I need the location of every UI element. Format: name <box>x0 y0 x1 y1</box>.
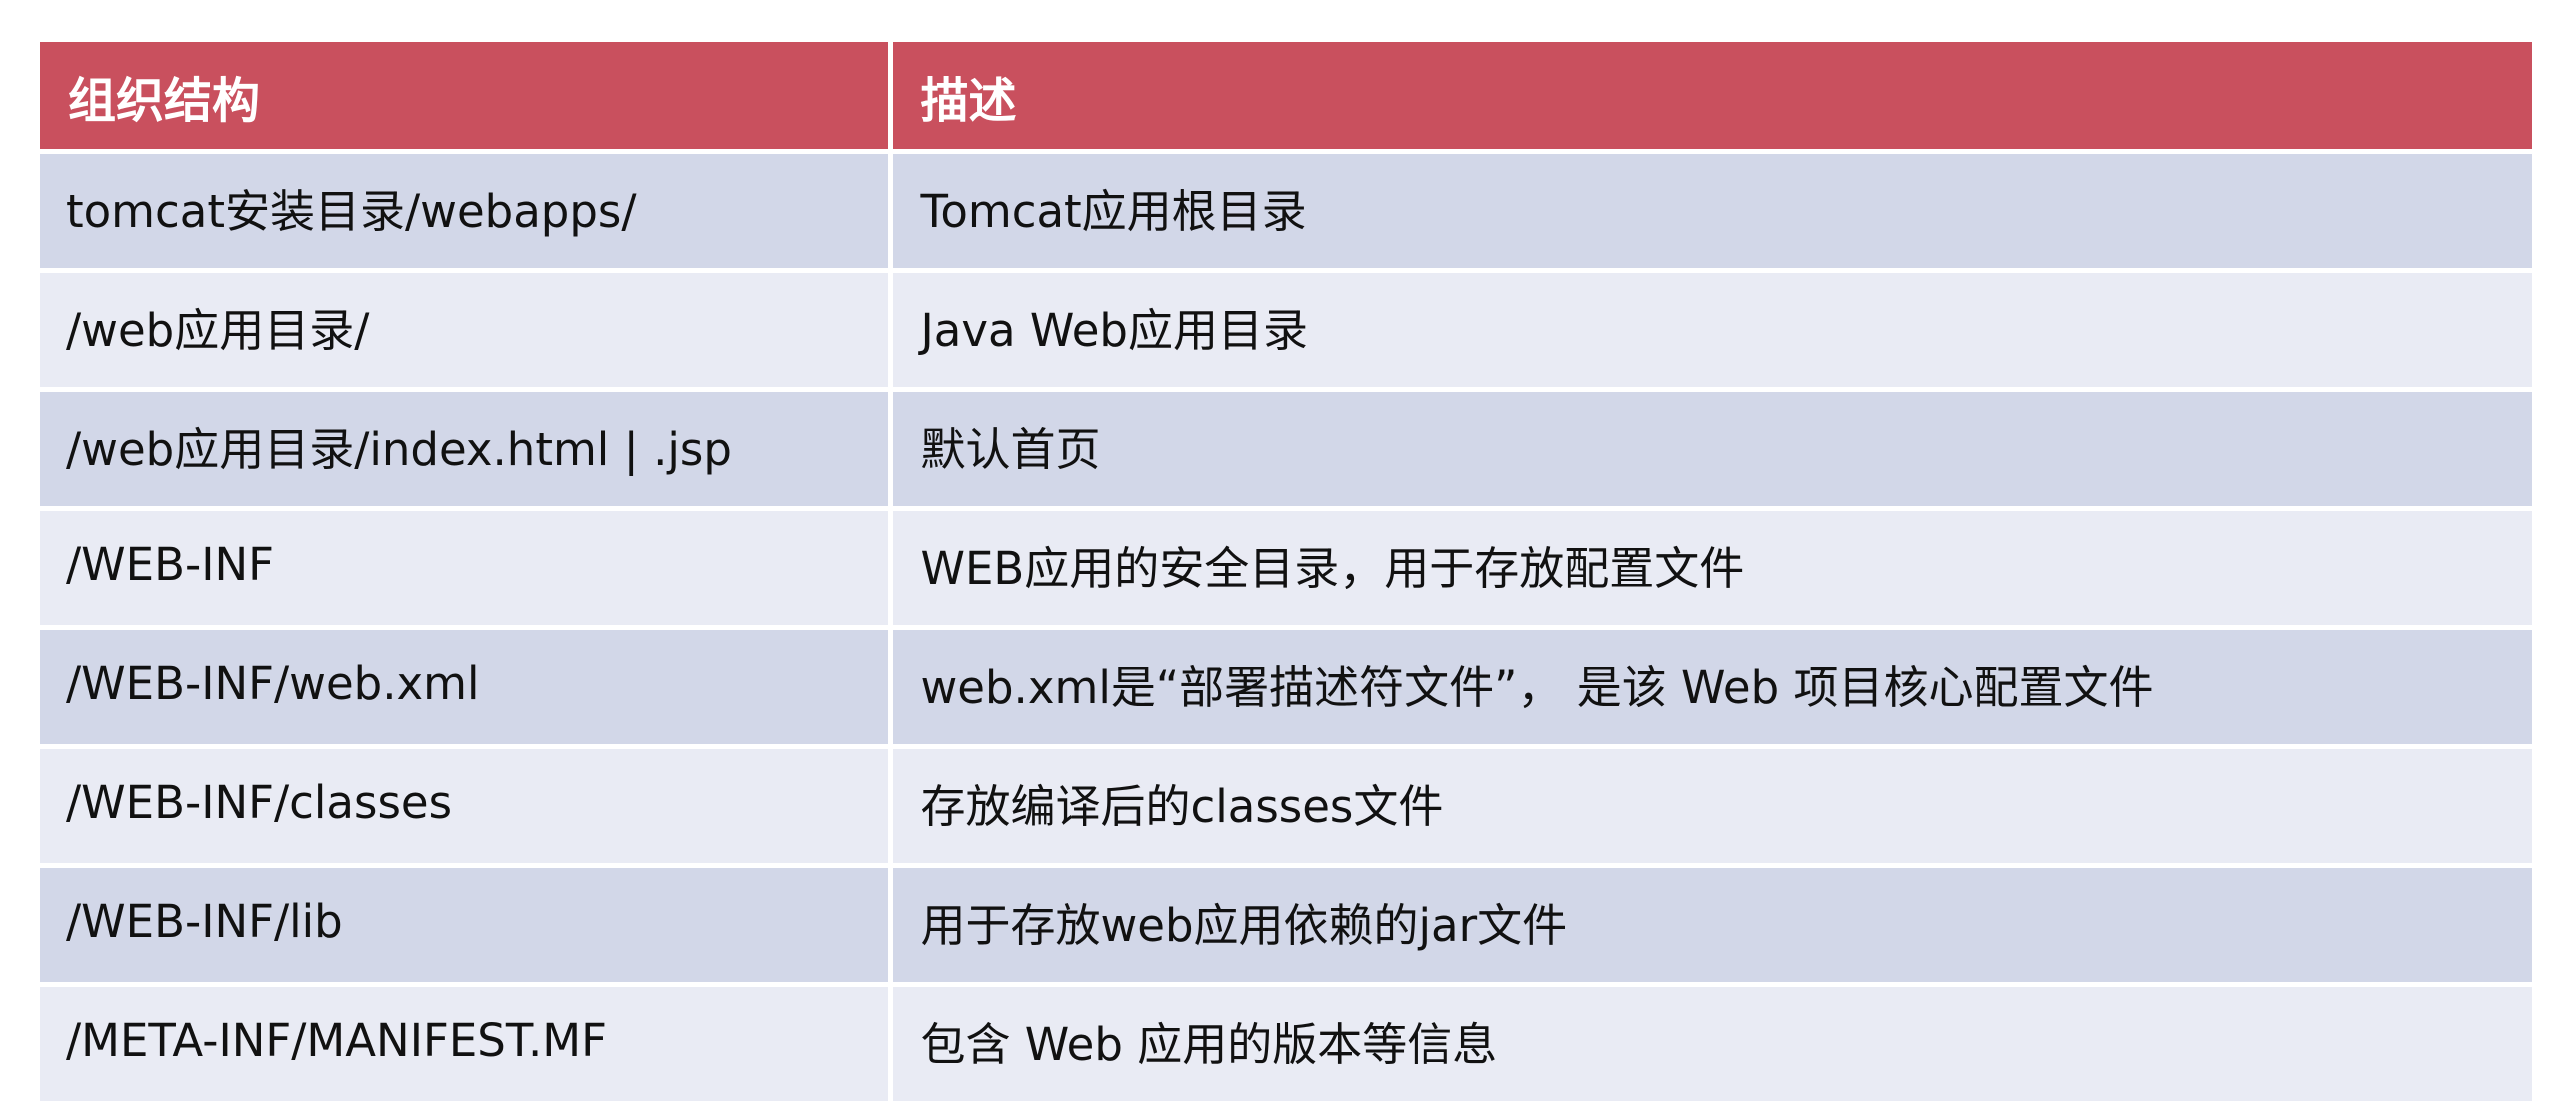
table-row: /META-INF/MANIFEST.MF 包含 Web 应用的版本等信息 <box>40 985 2532 1101</box>
cell-structure: tomcat安装目录/webapps/ <box>40 152 890 271</box>
cell-description: web.xml是“部署描述符文件”， 是该 Web 项目核心配置文件 <box>890 628 2532 747</box>
cell-description: WEB应用的安全目录，用于存放配置文件 <box>890 509 2532 628</box>
cell-description: 默认首页 <box>890 390 2532 509</box>
cell-structure: /WEB-INF/lib <box>40 866 890 985</box>
header-description: 描述 <box>890 42 2532 152</box>
cell-description: Java Web应用目录 <box>890 271 2532 390</box>
table-row: tomcat安装目录/webapps/ Tomcat应用根目录 <box>40 152 2532 271</box>
table-row: /web应用目录/ Java Web应用目录 <box>40 271 2532 390</box>
cell-description: 存放编译后的classes文件 <box>890 747 2532 866</box>
cell-structure: /web应用目录/index.html | .jsp <box>40 390 890 509</box>
header-structure: 组织结构 <box>40 42 890 152</box>
cell-structure: /WEB-INF/classes <box>40 747 890 866</box>
cell-description: 用于存放web应用依赖的jar文件 <box>890 866 2532 985</box>
table-body: tomcat安装目录/webapps/ Tomcat应用根目录 /web应用目录… <box>40 152 2532 1101</box>
cell-structure: /web应用目录/ <box>40 271 890 390</box>
table-row: /web应用目录/index.html | .jsp 默认首页 <box>40 390 2532 509</box>
tomcat-directory-structure-table: 组织结构 描述 tomcat安装目录/webapps/ Tomcat应用根目录 … <box>40 42 2532 1101</box>
cell-structure: /META-INF/MANIFEST.MF <box>40 985 890 1101</box>
table-row: /WEB-INF/lib 用于存放web应用依赖的jar文件 <box>40 866 2532 985</box>
cell-structure: /WEB-INF/web.xml <box>40 628 890 747</box>
cell-structure: /WEB-INF <box>40 509 890 628</box>
cell-description: Tomcat应用根目录 <box>890 152 2532 271</box>
cell-description: 包含 Web 应用的版本等信息 <box>890 985 2532 1101</box>
structure-table-container: 组织结构 描述 tomcat安装目录/webapps/ Tomcat应用根目录 … <box>40 42 2532 1101</box>
table-row: /WEB-INF/classes 存放编译后的classes文件 <box>40 747 2532 866</box>
table-row: /WEB-INF WEB应用的安全目录，用于存放配置文件 <box>40 509 2532 628</box>
table-header: 组织结构 描述 <box>40 42 2532 152</box>
table-row: /WEB-INF/web.xml web.xml是“部署描述符文件”， 是该 W… <box>40 628 2532 747</box>
header-row: 组织结构 描述 <box>40 42 2532 152</box>
